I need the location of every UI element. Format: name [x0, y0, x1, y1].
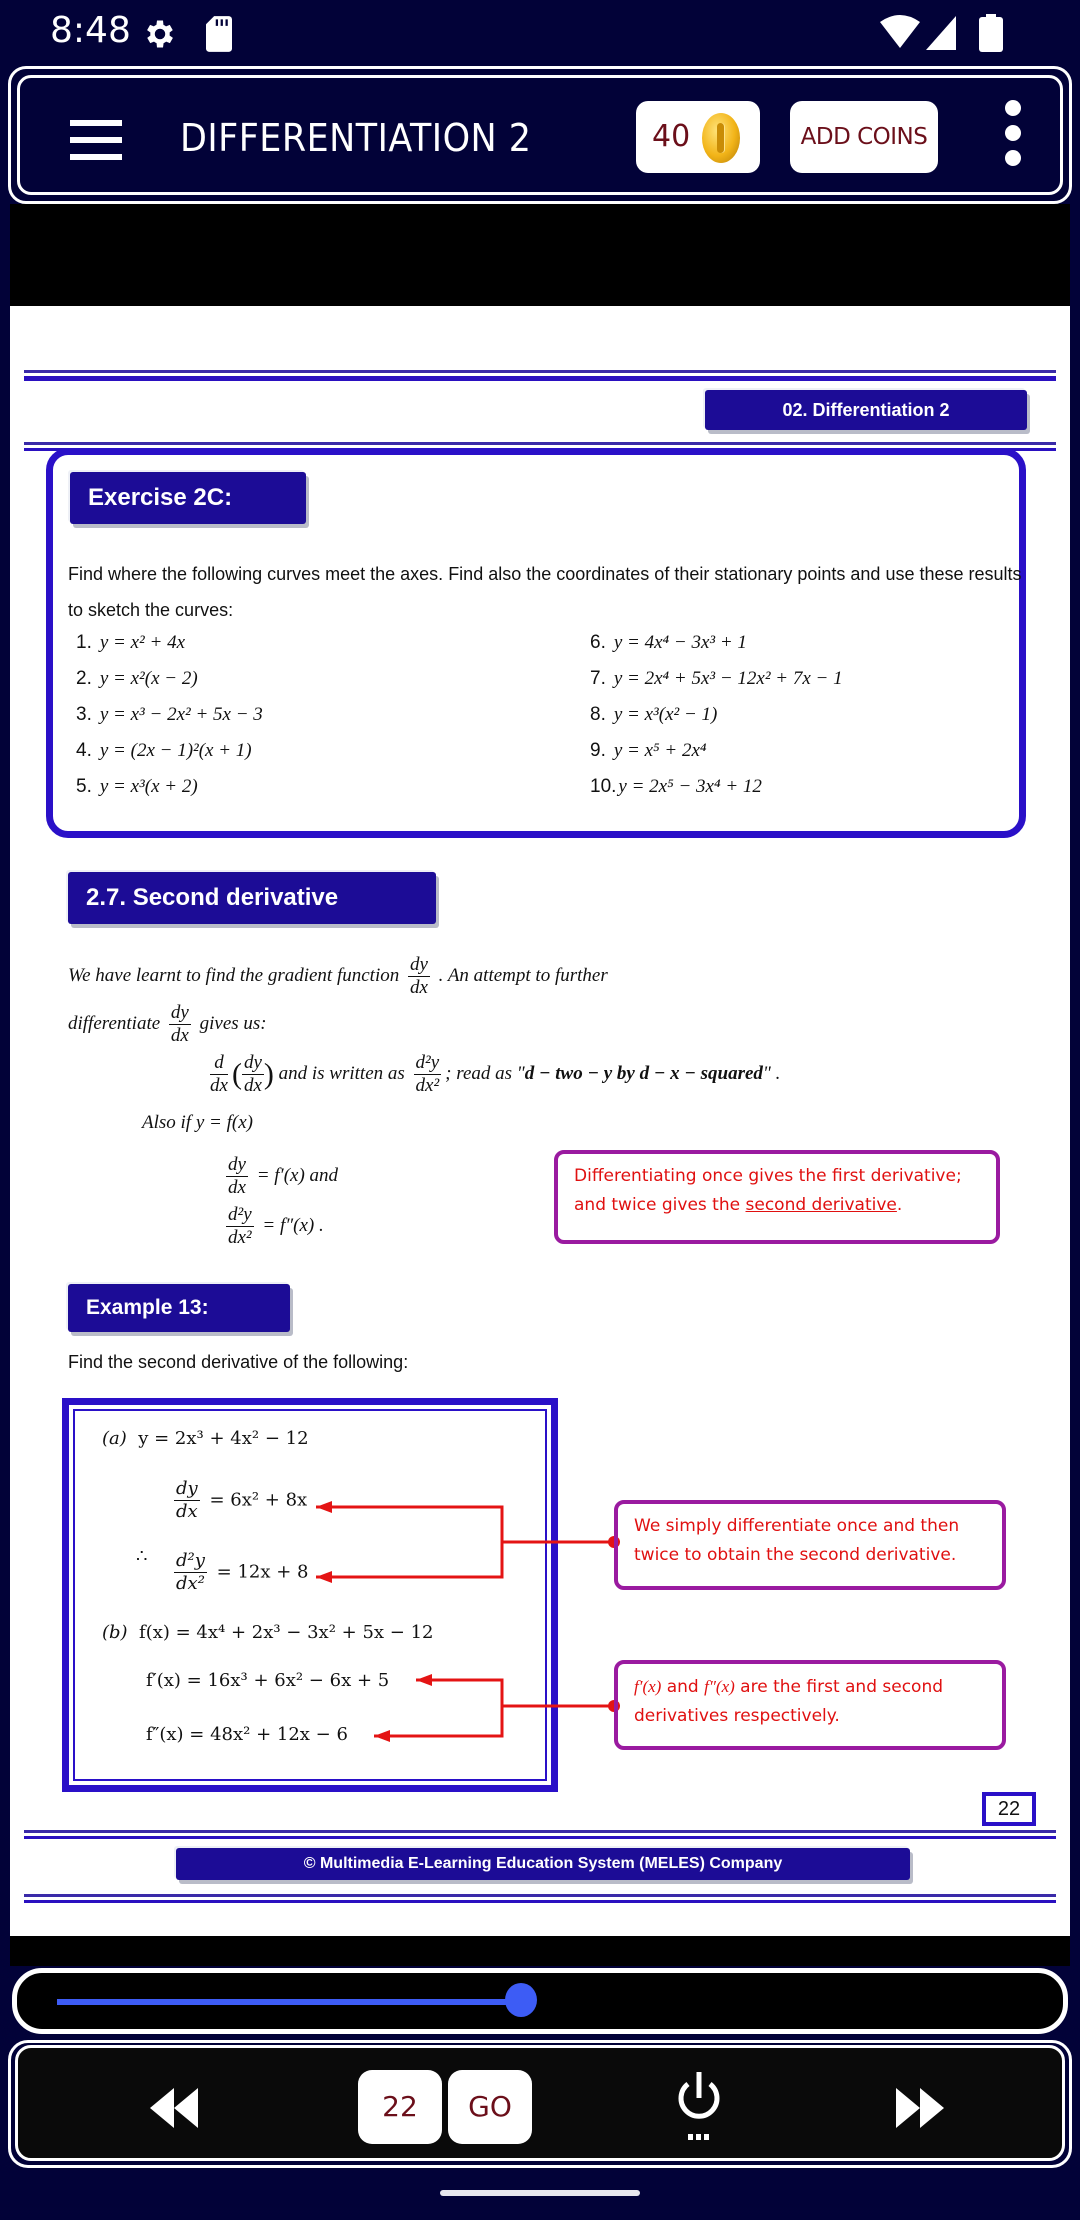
menu-line — [70, 137, 122, 143]
arrow-connector-a — [316, 1505, 504, 1579]
dot — [1005, 100, 1021, 116]
arrow-head — [416, 1674, 432, 1686]
page-navigation-inner: 22 GO — [15, 2045, 1065, 2161]
example-note-a: We simply differentiate once and then tw… — [614, 1500, 1006, 1590]
book-page[interactable]: 02. Differentiation 2 Exercise 2C: Find … — [10, 306, 1070, 1936]
wifi-icon — [880, 15, 920, 48]
arrow-head — [316, 1571, 332, 1583]
sd-card-icon — [206, 16, 232, 52]
app-title: DIFFERENTIATION 2 — [180, 116, 532, 160]
bottom-spacer — [10, 1936, 1070, 1966]
example-note-b: f′(x) and f″(x) are the first and second… — [614, 1660, 1006, 1750]
settings-gear-icon — [147, 20, 173, 48]
app-header-inner: DIFFERENTIATION 2 40 ADD COINS — [17, 75, 1063, 195]
rewind-previous-page-button[interactable] — [146, 2088, 202, 2128]
page-slider[interactable] — [12, 1968, 1068, 2034]
footer-rule — [24, 1830, 1056, 1842]
coin-count: 40 — [652, 119, 691, 154]
fast-forward-next-page-button[interactable] — [892, 2088, 948, 2128]
page-navigation-bar: 22 GO — [8, 2040, 1072, 2168]
coin-balance[interactable]: 40 — [636, 101, 760, 173]
slider-track-filled — [57, 1999, 521, 2005]
menu-line — [70, 154, 122, 160]
dot — [1005, 125, 1021, 141]
power-exit-button[interactable] — [674, 2066, 724, 2146]
copyright-label: © Multimedia E-Learning Education System… — [176, 1848, 910, 1880]
home-indicator[interactable] — [440, 2190, 640, 2196]
slider-thumb[interactable] — [504, 1983, 537, 2017]
status-time: 8:48 — [50, 10, 131, 51]
battery-icon — [979, 14, 1003, 52]
menu-line — [70, 120, 122, 126]
status-bar: 8:48 — [0, 0, 1080, 66]
dot — [1005, 150, 1021, 166]
arrow-head — [374, 1730, 390, 1742]
footer-rule-lower — [24, 1894, 1056, 1906]
cellular-signal-icon — [926, 16, 956, 50]
hamburger-menu-button[interactable] — [70, 120, 122, 160]
app-header: DIFFERENTIATION 2 40 ADD COINS — [8, 66, 1072, 204]
arrow-connector-b — [374, 1678, 504, 1738]
top-spacer — [10, 204, 1070, 306]
go-button[interactable]: GO — [448, 2070, 532, 2144]
page-number: 22 — [982, 1792, 1036, 1826]
arrow-head — [316, 1501, 332, 1513]
page-number-input[interactable]: 22 — [358, 2070, 442, 2144]
more-options-button[interactable] — [1005, 100, 1025, 174]
gold-coin-icon — [702, 113, 740, 163]
add-coins-button[interactable]: ADD COINS — [790, 101, 938, 173]
